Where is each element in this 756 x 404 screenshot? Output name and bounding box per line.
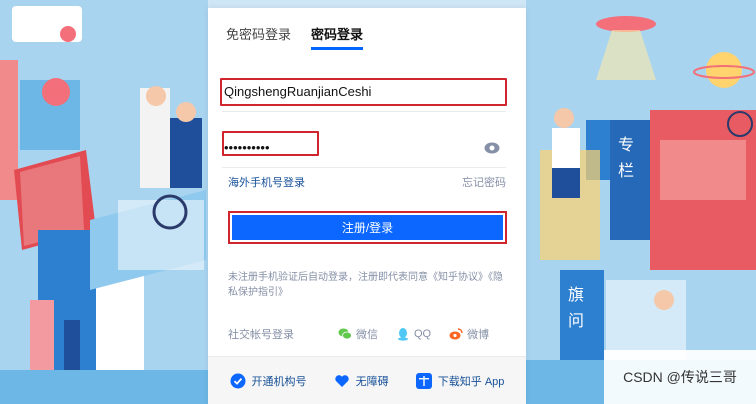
qq-login-button[interactable]: QQ: [396, 327, 431, 341]
eye-icon[interactable]: [484, 142, 500, 154]
qq-label: QQ: [414, 328, 432, 340]
agreement-text: 未注册手机验证后自动登录，注册即代表同意《知乎协议》《隐私保护指引》: [228, 272, 503, 298]
zhihu-app-icon: [415, 372, 432, 389]
login-tabs: 免密码登录 密码登录: [226, 24, 364, 50]
qq-icon: [398, 328, 408, 341]
login-card: 免密码登录 密码登录 海外手机号登录 忘记密码 注册/登录 未注册手机验证后自动…: [208, 8, 526, 404]
svg-text:栏: 栏: [618, 161, 634, 180]
wechat-login-button[interactable]: 微信: [338, 326, 378, 342]
password-field: [222, 128, 506, 168]
svg-text:旗: 旗: [568, 285, 584, 304]
accessibility-link[interactable]: 无障碍: [334, 373, 389, 389]
download-app-link[interactable]: 下载知乎 App: [415, 372, 505, 389]
tab-sms-login[interactable]: 免密码登录: [226, 24, 291, 50]
open-org-account-label: 开通机构号: [251, 375, 307, 388]
submit-highlight-box: 注册/登录: [228, 211, 507, 244]
register-login-button[interactable]: 注册/登录: [232, 215, 503, 240]
svg-text:专: 专: [618, 135, 634, 154]
weibo-icon: [449, 328, 463, 340]
weibo-login-button[interactable]: 微博: [449, 326, 489, 342]
watermark: CSDN @传说三哥: [604, 350, 756, 404]
overseas-phone-login-link[interactable]: 海外手机号登录: [228, 174, 305, 190]
svg-text:问: 问: [568, 311, 584, 330]
open-org-account-link[interactable]: 开通机构号: [230, 373, 307, 389]
social-login-label: 社交帐号登录: [228, 329, 294, 341]
forgot-password-link[interactable]: 忘记密码: [462, 174, 506, 190]
verified-check-icon: [230, 373, 246, 388]
weibo-label: 微博: [467, 329, 490, 341]
social-login-row: 社交帐号登录 微信 QQ 微博: [228, 326, 512, 342]
heart-icon: [334, 374, 349, 387]
accessibility-label: 无障碍: [355, 375, 389, 388]
footer-bar: 开通机构号 无障碍 下载知乎 App: [208, 356, 526, 404]
tab-password-login[interactable]: 密码登录: [311, 24, 364, 50]
download-app-label: 下载知乎 App: [437, 375, 505, 388]
wechat-label: 微信: [356, 329, 378, 341]
wechat-icon: [338, 328, 352, 340]
username-input[interactable]: [222, 72, 506, 111]
username-field: [222, 72, 506, 112]
password-input[interactable]: [222, 128, 506, 167]
